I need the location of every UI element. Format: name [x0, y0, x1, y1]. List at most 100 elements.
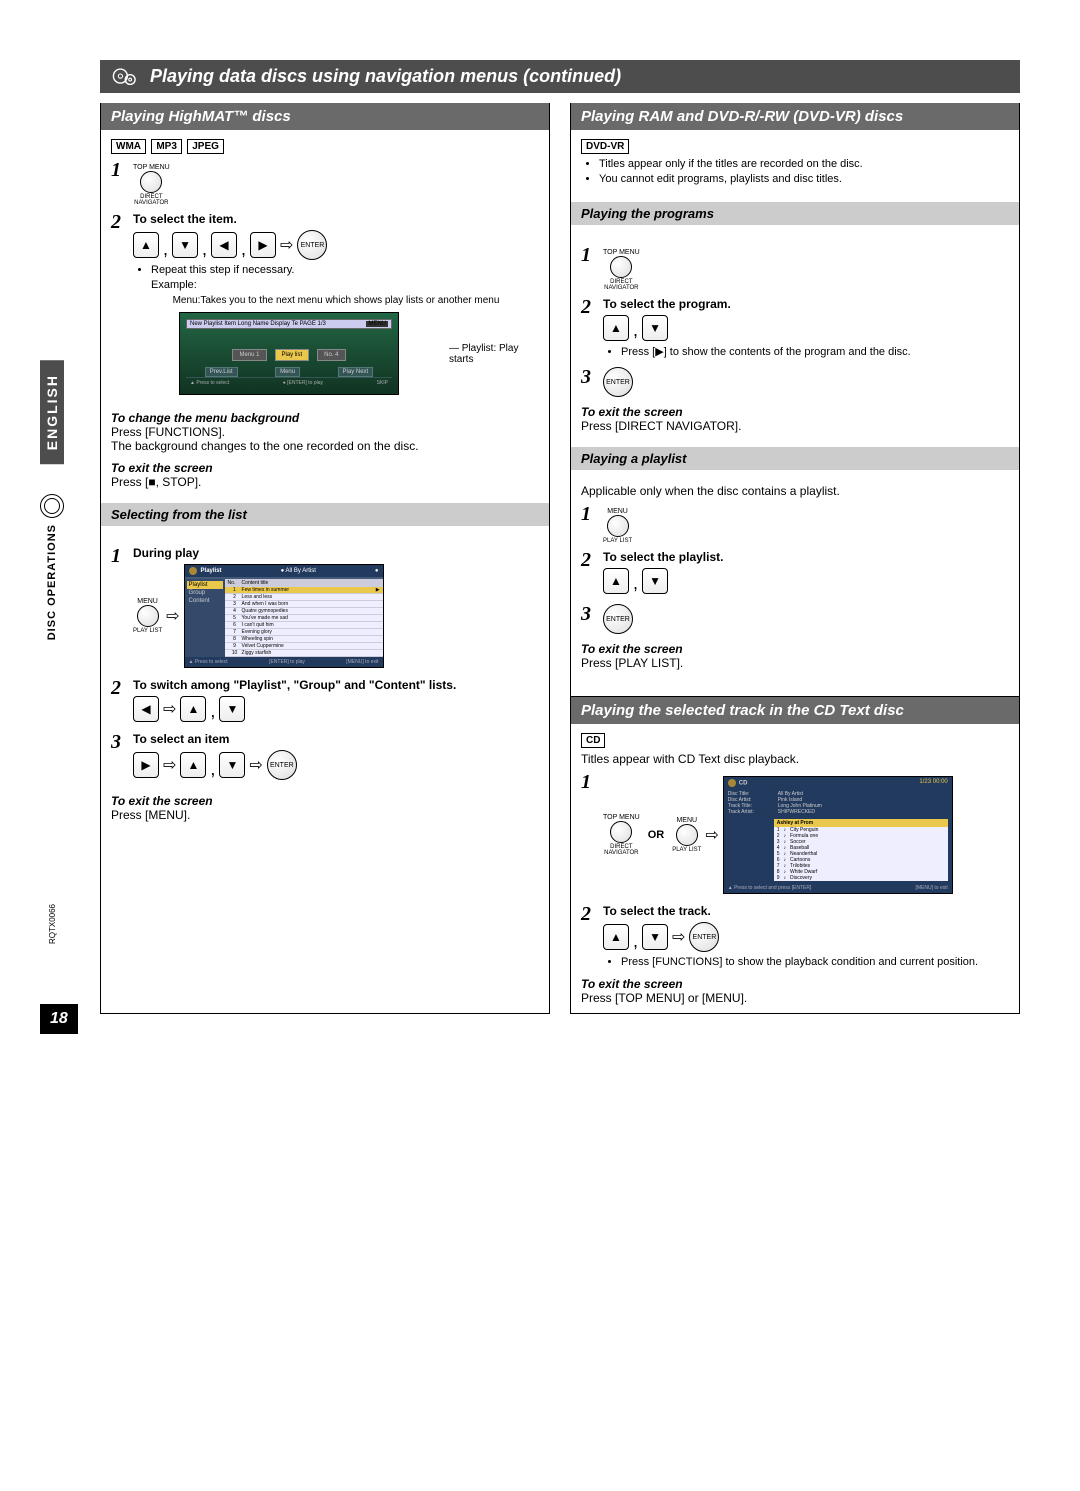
- list-cell: 1: [228, 587, 242, 593]
- pl-step-2-num: 2: [581, 550, 603, 570]
- up-button[interactable]: ▲: [133, 232, 159, 258]
- right-button[interactable]: ▶: [133, 752, 159, 778]
- left-button[interactable]: ◀: [133, 696, 159, 722]
- enter-button[interactable]: ENTER: [603, 604, 633, 634]
- down-button[interactable]: ▼: [642, 924, 668, 950]
- list-cell: And when I was born: [242, 601, 289, 607]
- top-menu-button[interactable]: TOP MENU DIRECT NAVIGATOR: [133, 164, 170, 206]
- up-button[interactable]: ▲: [603, 568, 629, 594]
- top-menu-button[interactable]: TOP MENU DIRECT NAVIGATOR: [603, 249, 640, 291]
- step-2-title: To select the item.: [133, 212, 539, 226]
- list-side-content: Content: [187, 597, 223, 605]
- btn-label-top: TOP MENU: [133, 164, 170, 171]
- then-arrow-icon: ⇨: [163, 699, 176, 719]
- disc-ops-icon: [40, 494, 64, 518]
- down-button[interactable]: ▼: [172, 232, 198, 258]
- pl-exit-t: Press [PLAY LIST].: [581, 656, 1009, 670]
- disc-dot-icon: [728, 779, 736, 787]
- prog-step-1-num: 1: [581, 245, 603, 265]
- cd-foot-l: ▲ Press to select and press [ENTER]: [728, 885, 812, 891]
- list-col-title: Content title: [242, 580, 269, 586]
- menu-shot-foot-l: ▲ Press to select: [190, 380, 229, 386]
- change-bg-heading: To change the menu background: [111, 411, 539, 425]
- pl-step-3-num: 3: [581, 604, 603, 624]
- highmat-menu-screenshot: New Playlist Item Long Name Display Te P…: [179, 312, 399, 395]
- menu-shot-foot-m: ● [ENTER] to play: [283, 380, 323, 386]
- circle-icon: [610, 821, 632, 843]
- prog-exit-h: To exit the screen: [581, 405, 1009, 419]
- circle-icon: [610, 256, 632, 278]
- list-side-playlist: Playlist: [187, 581, 223, 589]
- cd-step-2-num: 2: [581, 904, 603, 924]
- repeat-note: Repeat this step if necessary.: [151, 264, 539, 276]
- cd-exit-t: Press [TOP MENU] or [MENU].: [581, 991, 1009, 1005]
- list-cell: 10: [228, 650, 242, 656]
- circle-icon: [607, 515, 629, 537]
- menu-shot-playlist: Play list: [275, 349, 310, 361]
- cd-text-screenshot: CD1/23 00:00 Disc Title: Disc Artist: Tr…: [723, 776, 953, 894]
- then-arrow-icon: ⇨: [166, 606, 179, 626]
- list-cell: 3: [228, 601, 242, 607]
- exit-heading-3: To exit the screen: [111, 794, 539, 808]
- menu-shot-close: MENU: [366, 321, 388, 327]
- circle-icon: [137, 605, 159, 627]
- list-cell: Wheeling spin: [242, 636, 273, 642]
- list-shot-head-r: ● All By Artist: [226, 568, 371, 574]
- change-bg-text-1: Press [FUNCTIONS].: [111, 425, 539, 439]
- playlist-screenshot: Playlist● All By Artist● Playlist Group …: [184, 564, 384, 668]
- down-button[interactable]: ▼: [219, 752, 245, 778]
- enter-button[interactable]: ENTER: [267, 750, 297, 780]
- or-label: OR: [648, 829, 665, 841]
- menu-annotation: Menu:Takes you to the next menu which sh…: [173, 295, 500, 306]
- subheader-selecting: Selecting from the list: [101, 503, 549, 526]
- menu-shot-foot-r: SKIP: [377, 380, 388, 386]
- list-foot-r: [MENU] to exit: [346, 659, 378, 665]
- step-1-num: 1: [111, 160, 133, 180]
- menu-shot-menu1: Menu 1: [232, 349, 266, 361]
- enter-button[interactable]: ENTER: [603, 367, 633, 397]
- btn-label-bot: DIRECT NAVIGATOR: [604, 844, 638, 856]
- btn-label-top: TOP MENU: [603, 814, 640, 821]
- exit-text-3: Press [MENU].: [111, 808, 539, 822]
- list-cell: 7: [228, 629, 242, 635]
- pl-exit-h: To exit the screen: [581, 642, 1009, 656]
- down-button[interactable]: ▼: [642, 568, 668, 594]
- list-cell: Less and less: [242, 594, 273, 600]
- btn-label-top: TOP MENU: [603, 249, 640, 256]
- disc-icon: [112, 67, 140, 87]
- up-button[interactable]: ▲: [603, 315, 629, 341]
- btn-label-top: MENU: [137, 598, 158, 605]
- document-code: RQTX0066: [48, 904, 57, 944]
- up-button[interactable]: ▲: [180, 752, 206, 778]
- cd-info-value: SHIPWRECKED: [778, 809, 948, 815]
- tab-english: ENGLISH: [40, 360, 64, 464]
- page-number: 18: [40, 1004, 78, 1034]
- cd-exit-h: To exit the screen: [581, 977, 1009, 991]
- cd-intro: Titles appear with CD Text disc playback…: [581, 752, 1009, 766]
- enter-button[interactable]: ENTER: [689, 922, 719, 952]
- up-button[interactable]: ▲: [180, 696, 206, 722]
- sel-step-2-num: 2: [111, 678, 133, 698]
- menu-shot-no4: No. 4: [317, 349, 345, 361]
- menu-button[interactable]: MENU PLAY LIST: [672, 817, 701, 853]
- up-button[interactable]: ▲: [603, 924, 629, 950]
- sel-step-3-num: 3: [111, 732, 133, 752]
- tab-disc-operations: DISC OPERATIONS: [46, 524, 58, 640]
- list-cell: You've made me sad: [242, 615, 288, 621]
- down-button[interactable]: ▼: [642, 315, 668, 341]
- right-button[interactable]: ▶: [250, 232, 276, 258]
- example-label: Example:: [151, 279, 539, 291]
- cd-cell: Discovery: [790, 875, 812, 881]
- exit-text-1: Press [■, STOP].: [111, 475, 539, 489]
- top-menu-button[interactable]: TOP MENU DIRECT NAVIGATOR: [603, 814, 640, 856]
- list-shot-head-l: Playlist: [201, 568, 222, 574]
- menu-button[interactable]: MENU PLAY LIST: [133, 598, 162, 634]
- down-button[interactable]: ▼: [219, 696, 245, 722]
- list-cell: 5: [228, 615, 242, 621]
- enter-button[interactable]: ENTER: [297, 230, 327, 260]
- banner-title: Playing data discs using navigation menu…: [150, 66, 621, 87]
- cd-info-label: Track Artist:: [728, 809, 778, 815]
- menu-button[interactable]: MENU PLAY LIST: [603, 508, 632, 544]
- left-button[interactable]: ◀: [211, 232, 237, 258]
- menu-shot-prev: Prev.List: [205, 367, 238, 377]
